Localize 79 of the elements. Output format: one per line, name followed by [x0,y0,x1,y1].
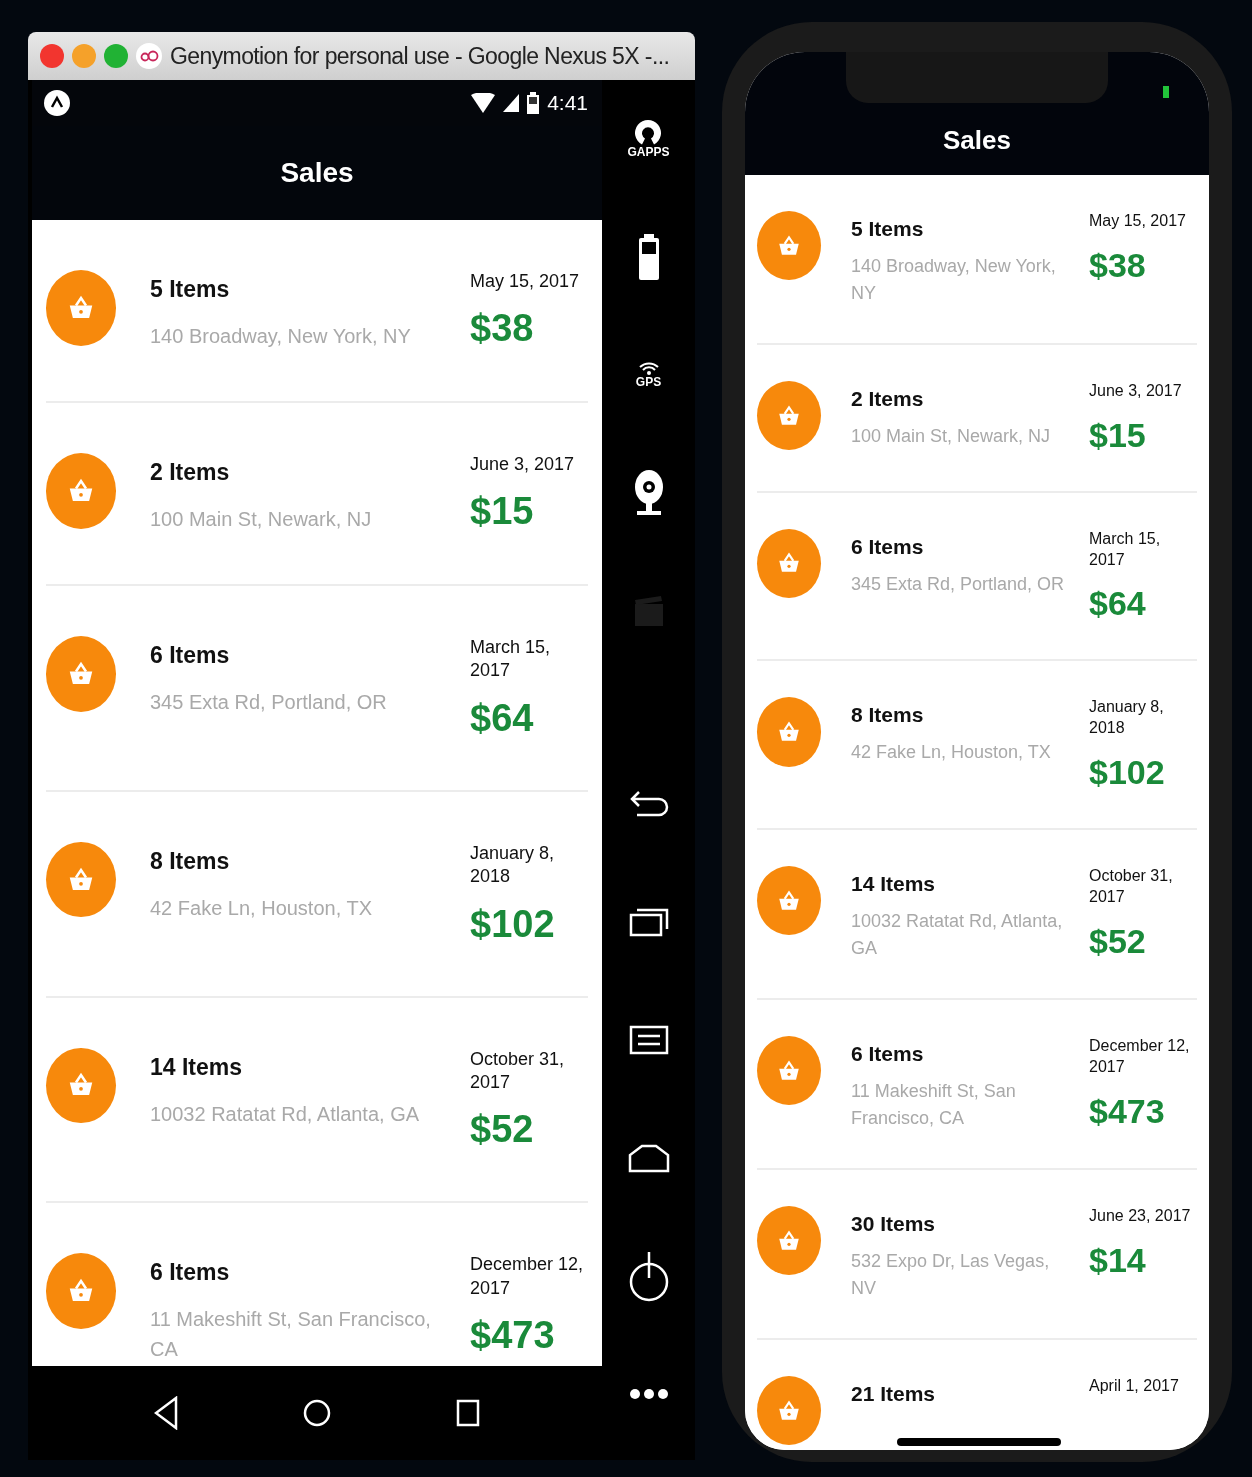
sale-total: $102 [1089,753,1166,792]
wifi-signal-icon [471,93,496,113]
sale-date: October 31, 2017 [1089,866,1174,907]
item-count: 14 Items [851,872,937,896]
app-logo-icon [136,43,162,69]
cell-signal-icon [503,94,520,112]
sale-date: June 23, 2017 [1089,1206,1192,1226]
close-button[interactable] [40,44,64,68]
sale-date: April 1, 2017 [1089,1376,1180,1396]
battery-icon [527,92,540,114]
recent-apps-icon[interactable] [455,1399,480,1427]
gapps-icon [634,119,663,145]
gapps-button[interactable]: GAPPS [625,117,672,161]
address-text: 11 Makeshift St, San Francisco, CA [851,1080,1017,1130]
menu-icon [628,1025,669,1055]
sale-date: January 8, 2018 [1089,697,1165,739]
address-text: 100 Main St, Newark, NJ [851,425,1052,448]
recent-apps-icon [628,907,669,937]
sale-total: $473 [1089,1091,1166,1131]
sale-total: $473 [470,1314,556,1358]
sale-date: June 3, 2017 [470,453,576,476]
sale-date: January 8, 2018 [470,841,556,889]
battery-icon [637,234,660,280]
address-text: 10032 Ratatat Rd, Atlanta, GA [150,1101,421,1127]
address-text: 140 Broadway, New York, NY [150,324,412,349]
address-text: 42 Fake Ln, Houston, TX [851,741,1052,765]
item-count: 8 Items [150,847,231,875]
sale-date: June 3, 2017 [1089,381,1183,401]
webcam-icon [633,469,664,517]
sale-total: $52 [470,1108,535,1152]
address-text: 140 Broadway, New York, NY [851,255,1057,305]
item-count: 5 Items [851,217,925,241]
sale-date: December 12, 2017 [470,1253,585,1300]
sale-total: $14 [1089,1240,1147,1280]
battery-icon [1163,86,1169,98]
clapperboard-icon [634,596,663,626]
address-text: 42 Fake Ln, Houston, TX [150,895,373,921]
address-text: 10032 Ratatat Rd, Atlanta, GA [851,910,1064,960]
sale-total: $15 [470,490,535,534]
sale-total: $64 [470,696,535,740]
home-icon [627,1143,670,1173]
address-text: 532 Expo Dr, Las Vegas, NV [851,1250,1051,1300]
item-count: 30 Items [851,1212,937,1236]
wifi-icon [637,361,660,375]
item-count: 21 Items [851,1382,937,1406]
screen-title: Sales [280,157,354,189]
item-count: 6 Items [851,534,925,559]
item-count: 8 Items [851,703,925,728]
sale-date: March 15, 2017 [1089,528,1162,570]
item-count: 6 Items [150,1259,231,1287]
item-count: 2 Items [150,459,231,486]
sale-total: $64 [1089,584,1147,624]
sale-total: $15 [1089,415,1147,455]
address-text: 100 Main St, Newark, NJ [150,507,373,532]
address-text: 11 Makeshift St, San Francisco, CA [150,1307,432,1363]
sale-date: March 15, 2017 [470,636,552,683]
sale-total: $38 [1089,245,1147,285]
address-text: 345 Exta Rd, Portland, OR [851,572,1066,596]
sale-date: May 15, 2017 [470,270,581,293]
clock-time: 4:41 [547,91,588,115]
back-icon[interactable] [154,1396,179,1430]
sale-total: $38 [470,307,535,351]
address-text: 345 Exta Rd, Portland, OR [150,690,388,715]
sale-date: October 31, 2017 [470,1047,566,1094]
item-count: 6 Items [851,1042,925,1066]
more-icon [628,1388,669,1400]
sale-date: May 15, 2017 [1089,211,1187,231]
window-title: Genymotion for personal use - Google Nexus 5X -... [170,42,670,70]
sale-date: December 12, 2017 [1089,1036,1191,1077]
app-notification-icon [44,90,70,116]
item-count: 14 Items [150,1053,244,1081]
sale-total: $52 [1089,921,1147,961]
item-count: 5 Items [150,276,231,303]
sale-total: $102 [470,902,556,946]
item-count: 6 Items [150,642,231,669]
screen-title: Sales [943,125,1011,156]
gps-button[interactable]: GPS [633,359,664,391]
item-count: 2 Items [851,387,925,411]
home-icon[interactable] [303,1399,331,1427]
